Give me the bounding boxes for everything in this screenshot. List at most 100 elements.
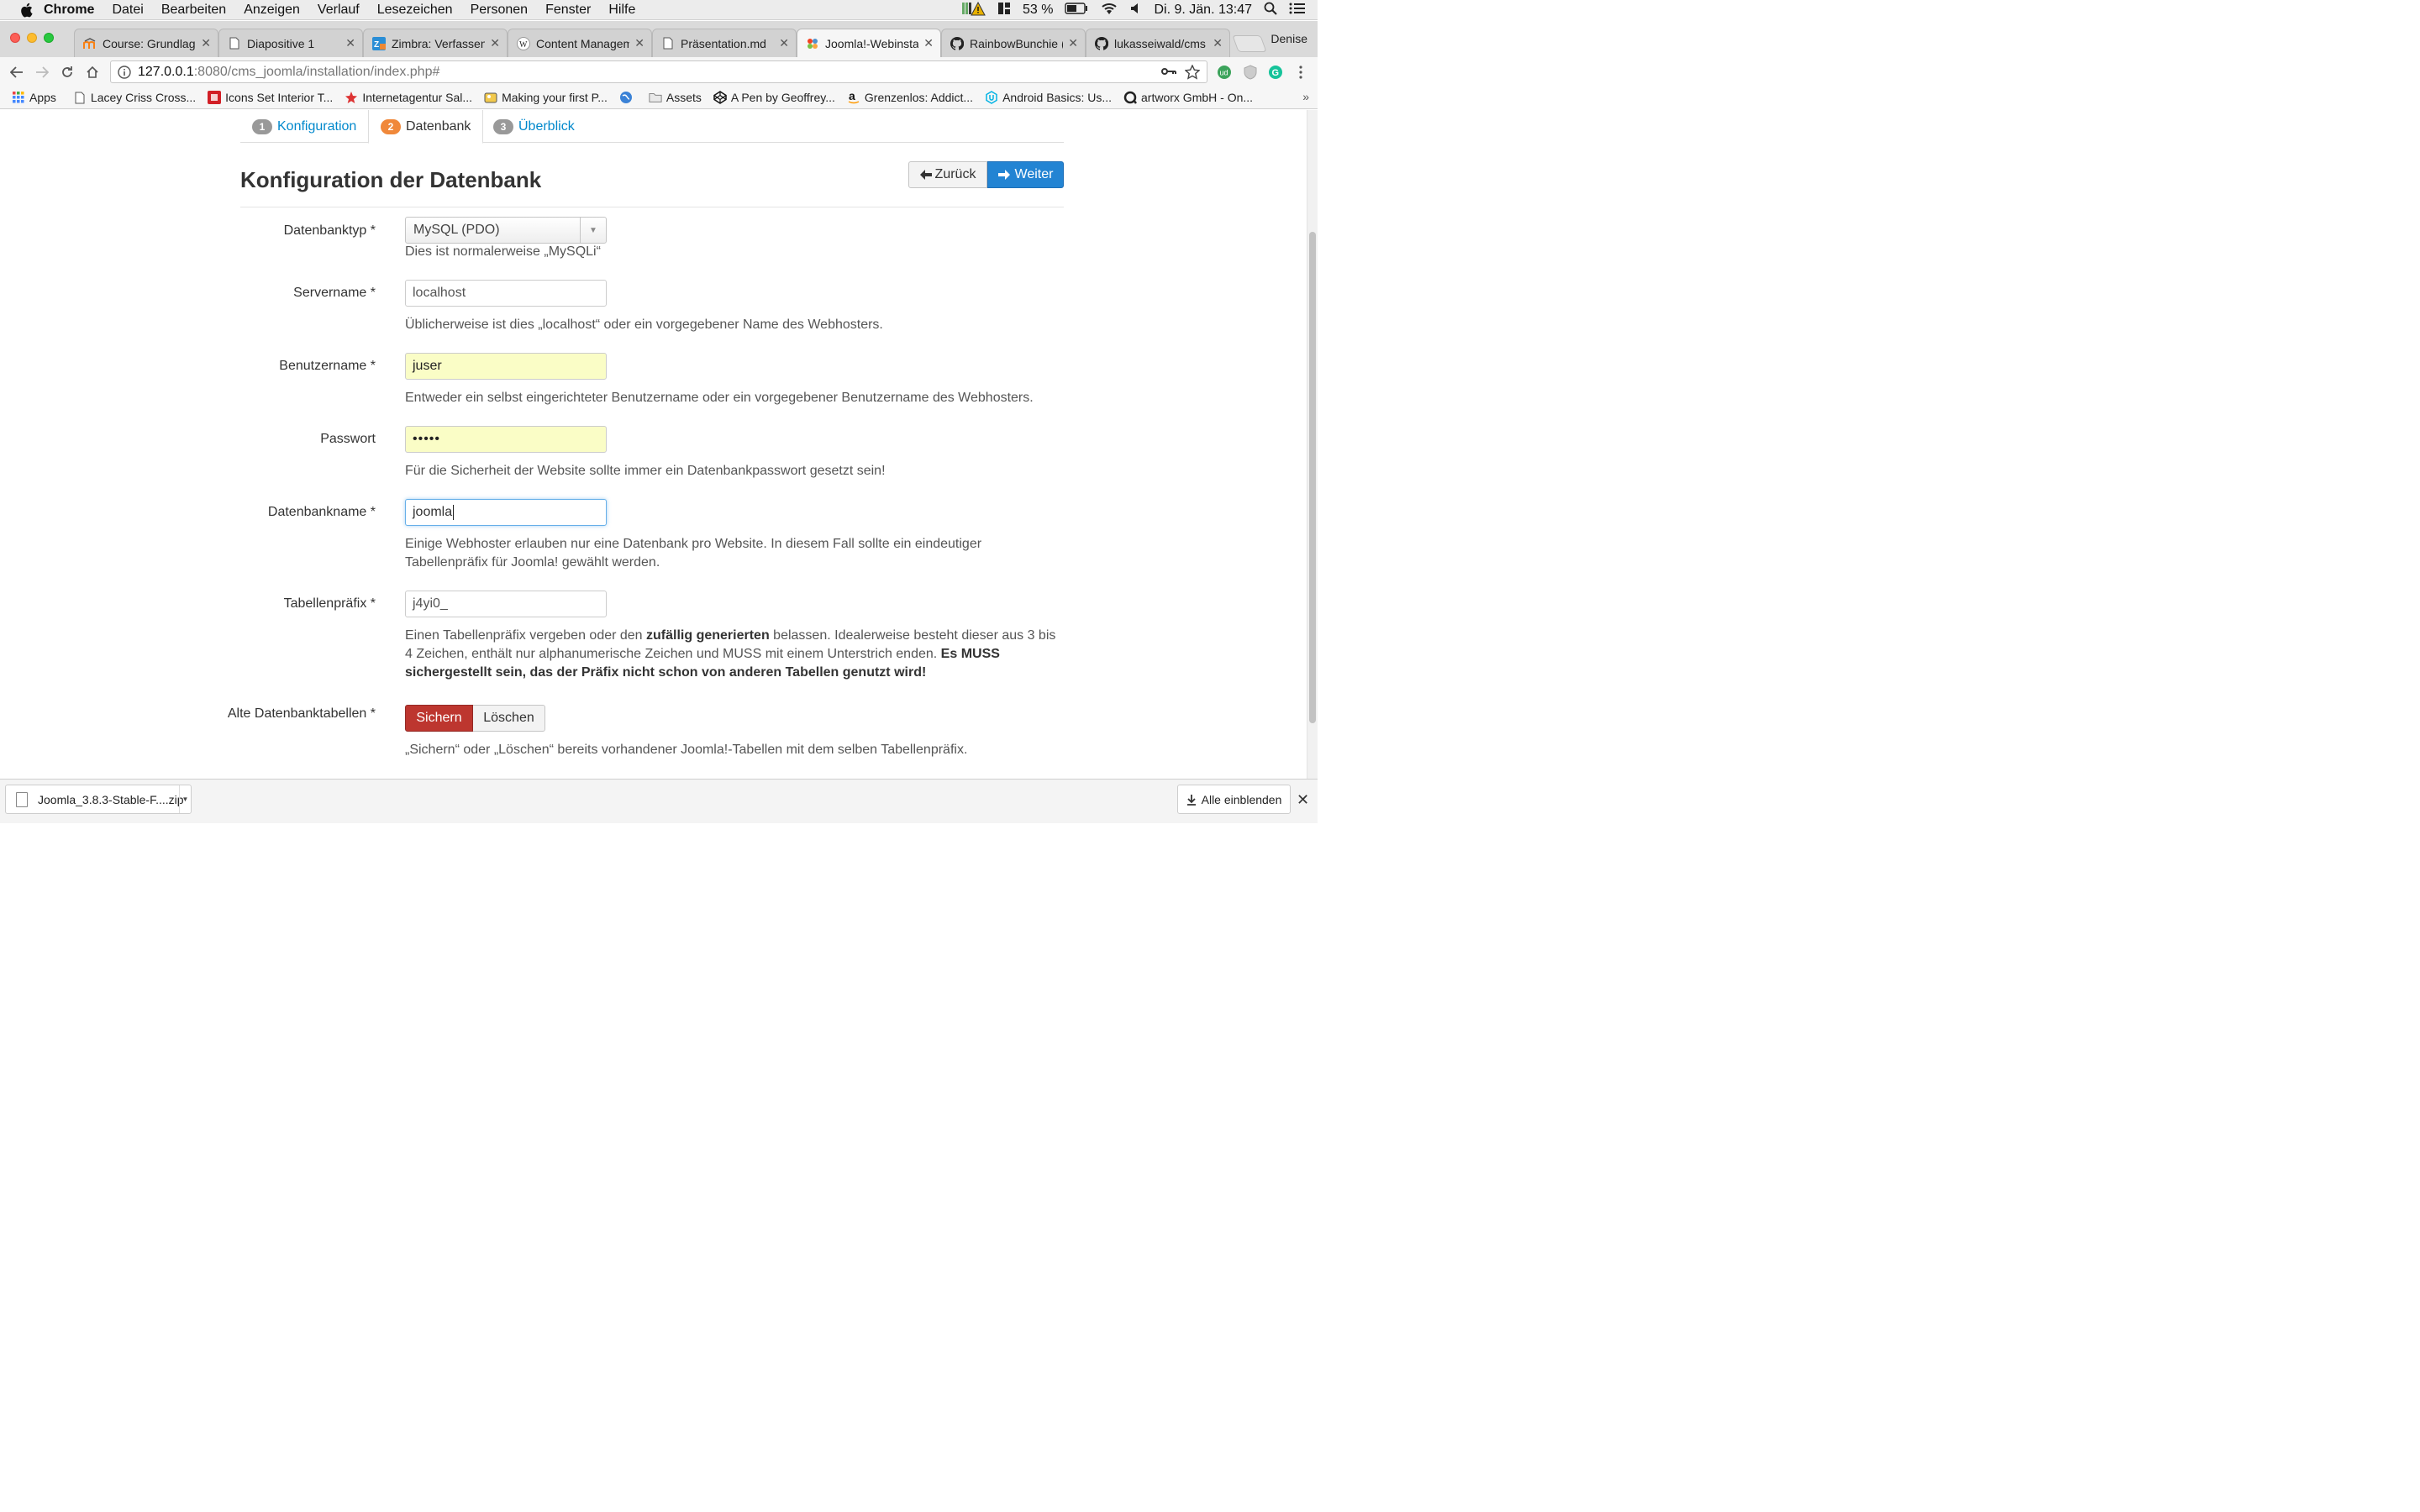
close-tab-icon[interactable]: ✕ [345, 36, 355, 50]
back-arrow-icon[interactable] [8, 64, 25, 81]
bookmark-internetagentur[interactable]: Internetagentur Sal... [345, 91, 472, 104]
prefix-input[interactable]: j4yi0_ [405, 591, 607, 617]
apple-icon[interactable] [18, 3, 34, 18]
bookmark-globe[interactable] [619, 91, 637, 104]
clock[interactable]: Di. 9. Jän. 13:47 [1154, 3, 1252, 18]
menu-lesezeichen[interactable]: Lesezeichen [377, 3, 453, 18]
server-input[interactable]: localhost [405, 280, 607, 307]
apps-grid-icon [12, 91, 25, 104]
step-ueberblick[interactable]: 3 Überblick [481, 110, 587, 143]
bookmark-label: Internetagentur Sal... [362, 91, 473, 104]
minimize-window-button[interactable] [27, 33, 37, 43]
step-datenbank[interactable]: 2 Datenbank [368, 110, 484, 144]
bookmark-apps[interactable]: Apps [12, 91, 56, 104]
close-tab-icon[interactable]: ✕ [1213, 36, 1223, 50]
address-bar[interactable]: 127.0.0.1:8080/cms_joomla/installation/i… [110, 60, 1207, 83]
download-options-caret-icon[interactable]: ▼ [179, 785, 191, 813]
wifi-icon[interactable] [1100, 2, 1118, 19]
grammarly-extension-icon[interactable]: G [1267, 64, 1284, 81]
dbtype-select[interactable]: MySQL (PDO) ▼ [405, 217, 607, 244]
udemy-extension-icon[interactable]: ud [1216, 64, 1233, 81]
tab-rainbowbunchie[interactable]: RainbowBunchie ( ✕ [941, 29, 1086, 57]
username-input[interactable]: juser [405, 353, 607, 380]
home-icon[interactable] [84, 64, 101, 81]
back-button[interactable]: Zurück [908, 161, 987, 188]
menu-app-name[interactable]: Chrome [44, 3, 94, 18]
reload-icon[interactable] [59, 64, 76, 81]
step-link[interactable]: Konfiguration [277, 119, 356, 134]
bookmarks-overflow-icon[interactable]: » [1302, 90, 1309, 103]
bookmark-codepen[interactable]: A Pen by Geoffrey... [713, 91, 835, 104]
close-tab-icon[interactable]: ✕ [634, 36, 644, 50]
dbname-label: Datenbankname * [267, 505, 376, 519]
tab-title: Präsentation.md [681, 36, 766, 50]
dbtype-value: MySQL (PDO) [413, 223, 500, 237]
menu-hilfe[interactable]: Hilfe [608, 3, 635, 18]
volume-icon[interactable] [1130, 3, 1142, 18]
close-download-bar-icon[interactable]: ✕ [1297, 791, 1309, 809]
prefix-help: Einen Tabellenpräfix vergeben oder den z… [405, 628, 1056, 680]
menu-personen[interactable]: Personen [471, 3, 529, 18]
menu-bearbeiten[interactable]: Bearbeiten [161, 3, 226, 18]
window-layout-icon[interactable] [997, 2, 1011, 19]
delete-tables-button[interactable]: Löschen [473, 705, 545, 732]
tab-diapositive[interactable]: Diapositive 1 ✕ [218, 29, 363, 57]
folder-icon [649, 91, 662, 104]
menu-fenster[interactable]: Fenster [545, 3, 591, 18]
tab-lukasseiwald[interactable]: lukasseiwald/cms ✕ [1086, 29, 1230, 57]
show-all-downloads-button[interactable]: Alle einblenden [1177, 785, 1291, 814]
bookmark-star-icon[interactable] [1185, 65, 1200, 80]
bookmark-lacey[interactable]: Lacey Criss Cross... [73, 91, 196, 104]
star-icon [345, 91, 358, 104]
menu-verlauf[interactable]: Verlauf [318, 3, 360, 18]
menu-datei[interactable]: Datei [112, 3, 143, 18]
scrollbar-thumb[interactable] [1309, 232, 1316, 723]
tab-joomla-installer[interactable]: Joomla!-Webinsta ✕ [797, 29, 941, 57]
step-link[interactable]: Überblick [518, 119, 575, 134]
info-icon[interactable] [118, 65, 131, 79]
password-input[interactable]: ••••• [405, 426, 607, 453]
tab-course[interactable]: Course: Grundlage ✕ [74, 29, 218, 57]
step-number: 1 [252, 118, 272, 134]
key-icon[interactable] [1161, 66, 1176, 77]
menu-anzeigen[interactable]: Anzeigen [244, 3, 300, 18]
shield-extension-icon[interactable] [1242, 64, 1259, 81]
new-tab-button[interactable] [1232, 35, 1267, 52]
bookmark-artworx[interactable]: artworx GmbH - On... [1123, 91, 1253, 104]
close-tab-icon[interactable]: ✕ [779, 36, 789, 50]
github-icon [950, 36, 964, 50]
status-warning-icon[interactable] [962, 1, 986, 20]
bookmark-assets[interactable]: Assets [649, 91, 702, 104]
dbname-input[interactable]: joomla [405, 499, 607, 526]
bookmark-icons-set[interactable]: Icons Set Interior T... [208, 91, 333, 104]
profile-name[interactable]: Denise [1270, 32, 1307, 45]
close-tab-icon[interactable]: ✕ [923, 36, 934, 50]
chrome-menu-icon[interactable] [1292, 64, 1309, 81]
close-window-button[interactable] [10, 33, 20, 43]
battery-icon[interactable] [1065, 2, 1088, 18]
tab-praesentation[interactable]: Präsentation.md ✕ [652, 29, 797, 57]
tab-zimbra[interactable]: Z Zimbra: Verfassen ✕ [363, 29, 508, 57]
image-icon [484, 91, 497, 104]
notification-center-icon[interactable] [1289, 2, 1306, 19]
bookmark-making-first[interactable]: Making your first P... [484, 91, 608, 104]
step-konfiguration[interactable]: 1 Konfiguration [240, 110, 368, 143]
close-tab-icon[interactable]: ✕ [1068, 36, 1078, 50]
download-item[interactable]: Joomla_3.8.3-Stable-F....zip ▼ [5, 785, 192, 814]
keep-tables-button[interactable]: Sichern [405, 705, 473, 732]
bookmark-amazon[interactable]: a Grenzenlos: Addict... [847, 91, 973, 104]
close-tab-icon[interactable]: ✕ [490, 36, 500, 50]
bookmark-android-basics[interactable]: Android Basics: Us... [985, 91, 1112, 104]
spotlight-search-icon[interactable] [1264, 2, 1277, 19]
tab-content-management[interactable]: W Content Managem ✕ [508, 29, 652, 57]
back-button-label: Zurück [934, 167, 976, 181]
arrow-right-icon [997, 170, 1010, 180]
forward-arrow-icon[interactable] [34, 64, 50, 81]
svg-text:ud: ud [1220, 69, 1228, 77]
close-tab-icon[interactable]: ✕ [201, 36, 211, 50]
zoom-window-button[interactable] [44, 33, 54, 43]
chevron-down-icon[interactable]: ▼ [580, 218, 606, 243]
file-icon [16, 791, 28, 807]
page-scrollbar[interactable] [1307, 110, 1318, 779]
next-button[interactable]: Weiter [987, 161, 1064, 188]
